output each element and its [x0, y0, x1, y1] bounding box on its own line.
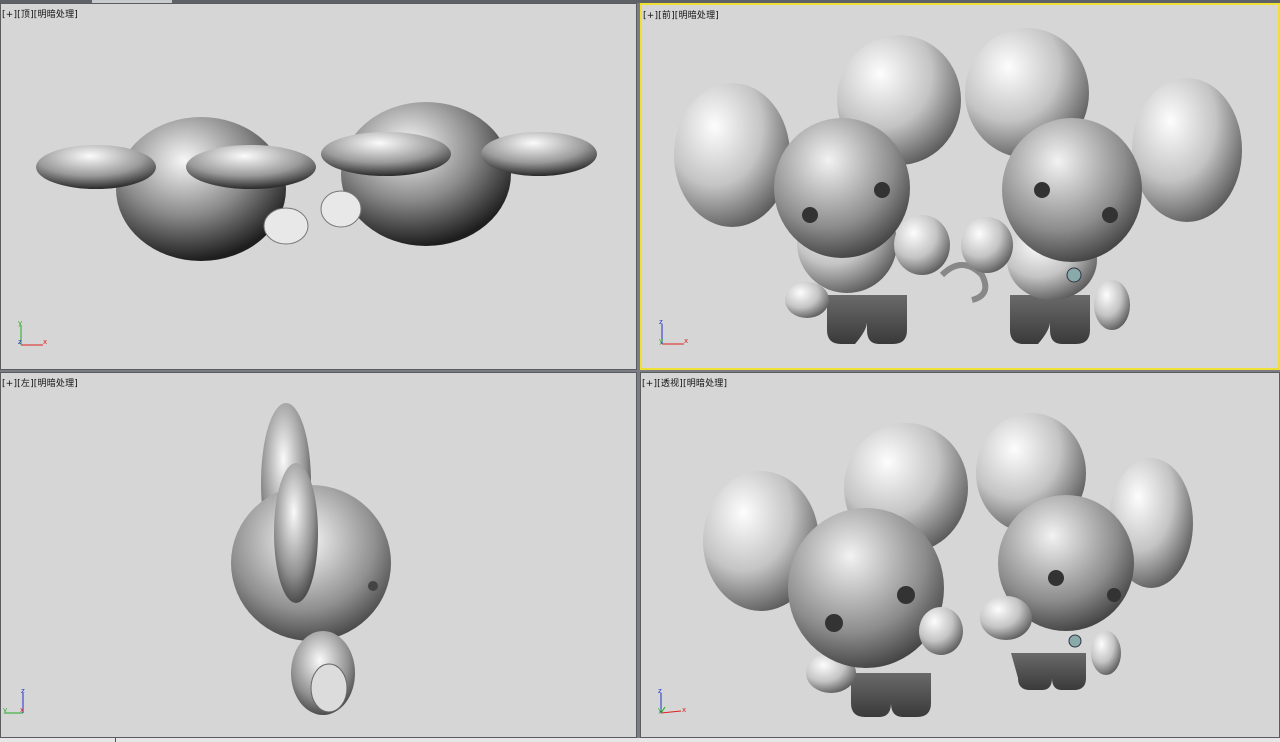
svg-text:z: z	[658, 687, 662, 695]
viewport-view-menu[interactable]: [顶]	[17, 10, 34, 20]
axis-gizmo-top: y x z	[18, 319, 47, 346]
axis-gizmo-left: z y x	[3, 687, 25, 714]
mouse-model-left-perspective[interactable]	[703, 423, 968, 717]
viewport-left[interactable]: [+][左][明暗处理] z y x	[0, 372, 637, 738]
mouse-model-right-front[interactable]	[961, 28, 1242, 344]
viewport-view-menu[interactable]: [前]	[658, 11, 675, 21]
viewport-front[interactable]: [+][前][明暗处理] z x y	[640, 3, 1280, 370]
front-view-scene	[674, 28, 1242, 344]
svg-text:x: x	[20, 706, 24, 714]
svg-text:y: y	[658, 706, 662, 714]
svg-text:z: z	[21, 687, 25, 695]
axis-gizmo-perspective: z x y	[658, 687, 686, 714]
axis-gizmo-front: z x y	[659, 318, 688, 345]
left-view-scene	[231, 403, 391, 715]
viewport-label-left[interactable]: [+][左][明暗处理]	[2, 379, 78, 389]
svg-text:z: z	[18, 338, 22, 346]
viewport-shading-menu[interactable]: [明暗处理]	[675, 11, 719, 21]
viewport-menu-plus[interactable]: [+]	[642, 379, 657, 389]
viewport-shading-menu[interactable]: [明暗处理]	[34, 10, 78, 20]
perspective-view-scene	[703, 413, 1193, 717]
svg-text:x: x	[43, 338, 47, 346]
viewport-menu-plus[interactable]: [+]	[643, 11, 658, 21]
svg-text:x: x	[682, 706, 686, 714]
viewport-label-top[interactable]: [+][顶][明暗处理]	[2, 10, 78, 20]
viewport-menu-plus[interactable]: [+]	[2, 379, 17, 389]
strip-divider	[115, 738, 116, 742]
mouse-model-right-perspective[interactable]	[976, 413, 1193, 690]
viewport-view-menu[interactable]: [透视]	[657, 379, 683, 389]
viewport-top[interactable]: [+][顶][明暗处理] y x z	[0, 3, 637, 370]
viewport-view-menu[interactable]: [左]	[17, 379, 34, 389]
viewport-perspective[interactable]: [+][透视][明暗处理] z x y	[640, 372, 1280, 738]
svg-text:x: x	[684, 337, 688, 345]
mouse-model-side[interactable]	[231, 403, 391, 715]
status-strip	[0, 738, 1280, 742]
mouse-model-left-top[interactable]	[36, 117, 316, 261]
svg-text:y: y	[3, 706, 7, 714]
svg-text:y: y	[659, 337, 663, 345]
viewport-shading-menu[interactable]: [明暗处理]	[683, 379, 727, 389]
viewport-label-perspective[interactable]: [+][透视][明暗处理]	[642, 379, 727, 389]
viewport-shading-menu[interactable]: [明暗处理]	[34, 379, 78, 389]
viewport-label-front[interactable]: [+][前][明暗处理]	[643, 11, 719, 21]
viewport-menu-plus[interactable]: [+]	[2, 10, 17, 20]
svg-text:y: y	[18, 319, 22, 327]
mouse-model-left-front[interactable]	[674, 35, 989, 344]
svg-text:z: z	[659, 318, 663, 326]
top-view-scene	[36, 102, 597, 261]
mouse-model-right-top[interactable]	[320, 102, 597, 246]
